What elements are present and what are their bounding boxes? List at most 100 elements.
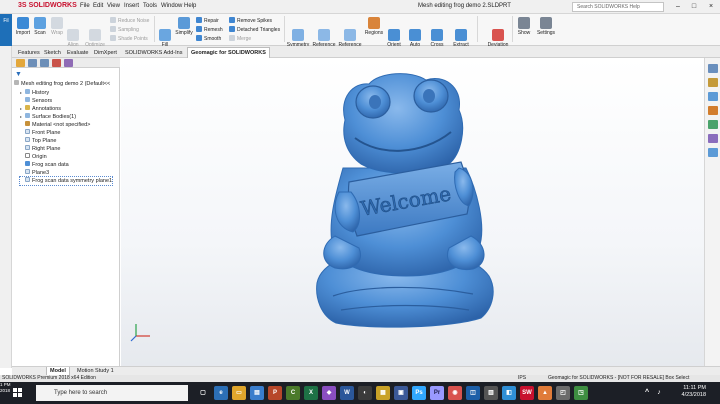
powerpoint-icon[interactable]: P bbox=[268, 386, 282, 400]
graphics-viewport[interactable]: Welcome bbox=[121, 58, 704, 366]
regions-button[interactable]: Regions bbox=[364, 17, 384, 36]
menu-file[interactable]: File bbox=[80, 3, 90, 9]
app-icon[interactable]: ▦ bbox=[376, 386, 390, 400]
resources-icon[interactable] bbox=[708, 78, 718, 87]
solidworks-logo[interactable]: 3S SOLIDWORKS bbox=[18, 2, 77, 9]
maximize-icon[interactable]: □ bbox=[686, 0, 702, 14]
show-button[interactable]: Show bbox=[515, 17, 533, 36]
app-icon[interactable]: ◧ bbox=[502, 386, 516, 400]
app-icon[interactable]: ▥ bbox=[484, 386, 498, 400]
settings-button[interactable]: Settings bbox=[536, 17, 556, 36]
merge-button[interactable]: Merge bbox=[229, 35, 251, 42]
app-icon[interactable]: ◆ bbox=[322, 386, 336, 400]
tree-item-frog-scan-data[interactable]: Frog scan data bbox=[20, 161, 69, 169]
menu-insert[interactable]: Insert bbox=[124, 3, 139, 9]
plane-icon bbox=[25, 169, 30, 174]
menu-view[interactable]: View bbox=[107, 3, 120, 9]
close-icon[interactable]: × bbox=[703, 0, 719, 14]
show-icon bbox=[518, 17, 530, 29]
import-button[interactable]: Import bbox=[14, 17, 32, 36]
tab-dimxpert[interactable]: DimXpert bbox=[90, 47, 121, 58]
tree-item-right-plane[interactable]: Right Plane bbox=[20, 145, 60, 153]
tree-item-origin[interactable]: Origin bbox=[20, 153, 47, 161]
filter-icon[interactable]: ▼ bbox=[15, 71, 22, 78]
tab-solidworks-add-ins[interactable]: SOLIDWORKS Add-Ins bbox=[121, 47, 186, 58]
remesh-button[interactable]: Remesh bbox=[196, 26, 223, 33]
status-units[interactable]: IPS bbox=[518, 375, 526, 382]
home-icon[interactable] bbox=[708, 64, 718, 73]
store-icon[interactable]: ▤ bbox=[250, 386, 264, 400]
file-button[interactable]: Fil bbox=[0, 14, 12, 46]
tree-item-annotations[interactable]: ▸ Annotations bbox=[20, 105, 61, 113]
ribbon-divider bbox=[512, 16, 513, 42]
tree-item-plane3[interactable]: Plane3 bbox=[20, 169, 49, 177]
minimize-icon[interactable]: – bbox=[670, 0, 686, 14]
sensors-icon bbox=[25, 97, 30, 102]
design-library-icon[interactable] bbox=[708, 92, 718, 101]
app-icon[interactable]: ◰ bbox=[556, 386, 570, 400]
view-palette-icon[interactable] bbox=[708, 120, 718, 129]
repair-button[interactable]: Repair bbox=[196, 17, 219, 24]
menu-window[interactable]: Window bbox=[161, 3, 182, 9]
taskbar-search-input[interactable]: Type here to search bbox=[36, 385, 188, 401]
file-explorer-icon[interactable] bbox=[708, 106, 718, 115]
menu-tools[interactable]: Tools bbox=[143, 3, 157, 9]
scan-button[interactable]: Scan bbox=[33, 17, 47, 36]
dimxpert-tab-icon[interactable] bbox=[52, 59, 61, 67]
menu-help[interactable]: Help bbox=[184, 3, 196, 9]
remove-spikes-icon bbox=[229, 17, 235, 23]
tab-evaluate[interactable]: Evaluate bbox=[63, 47, 92, 58]
ribbon-divider bbox=[154, 16, 155, 42]
wrap-button[interactable]: Wrap bbox=[49, 17, 65, 36]
tree-item-history[interactable]: ▸ History bbox=[20, 89, 49, 97]
tree-item-sensors[interactable]: Sensors bbox=[20, 97, 52, 105]
app-icon[interactable]: ▣ bbox=[394, 386, 408, 400]
detached-triangles-icon bbox=[229, 26, 235, 32]
tab-geomagic[interactable]: Geomagic for SOLIDWORKS bbox=[187, 47, 270, 58]
configuration-tab-icon[interactable] bbox=[40, 59, 49, 67]
solidworks-taskbar-icon[interactable]: SW bbox=[520, 386, 534, 400]
help-search-input[interactable]: Search SOLIDWORKS Help bbox=[572, 2, 664, 12]
menu-edit[interactable]: Edit bbox=[93, 3, 103, 9]
tree-item-front-plane[interactable]: Front Plane bbox=[20, 129, 60, 137]
custom-properties-icon[interactable] bbox=[708, 148, 718, 157]
sampling-button[interactable]: Sampling bbox=[110, 26, 139, 33]
photoshop-icon[interactable]: Ps bbox=[412, 386, 426, 400]
remove-spikes-button[interactable]: Remove Spikes bbox=[229, 17, 272, 24]
tree-item-material[interactable]: Material <not specified> bbox=[20, 121, 90, 129]
taskbar-clock[interactable]: 11:11 PM 4/23/2018 bbox=[682, 385, 706, 399]
tree-root[interactable]: Mesh editing frog demo 2 (Default<< bbox=[14, 80, 110, 88]
camtasia-icon[interactable]: C bbox=[286, 386, 300, 400]
display-tab-icon[interactable] bbox=[64, 59, 73, 67]
tree-item-surface-bodies[interactable]: ▸ Surface Bodies(1) bbox=[20, 113, 76, 121]
app-icon[interactable]: ◉ bbox=[448, 386, 462, 400]
clock-date: 4/23/2018 bbox=[681, 392, 706, 398]
reduce-noise-button[interactable]: Reduce Noise bbox=[110, 17, 149, 24]
auto-surface-icon bbox=[409, 29, 421, 41]
property-manager-tab-icon[interactable] bbox=[28, 59, 37, 67]
app-icon[interactable]: ◐ bbox=[358, 386, 372, 400]
tree-item-symmetry-plane[interactable]: Frog scan data symmetry plane1 bbox=[18, 176, 114, 186]
app-icon[interactable]: ▲ bbox=[538, 386, 552, 400]
volume-icon[interactable]: ♪ bbox=[652, 386, 666, 400]
app-icon[interactable]: ◳ bbox=[574, 386, 588, 400]
excel-icon[interactable]: X bbox=[304, 386, 318, 400]
edge-icon[interactable]: e bbox=[214, 386, 228, 400]
premiere-icon[interactable]: Pr bbox=[430, 386, 444, 400]
windows-taskbar: Type here to search ▢ e ▭ ▤ P C X ◆ W ◐ … bbox=[0, 382, 720, 404]
appearances-icon[interactable] bbox=[708, 134, 718, 143]
simplify-button[interactable]: Simplify bbox=[174, 17, 194, 36]
mesh-icon bbox=[25, 161, 30, 166]
app-icon[interactable]: ◫ bbox=[466, 386, 480, 400]
tree-item-top-plane[interactable]: Top Plane bbox=[20, 137, 56, 145]
frog-mesh-model[interactable]: Welcome bbox=[121, 58, 704, 366]
file-explorer-taskbar-icon[interactable]: ▭ bbox=[232, 386, 246, 400]
shade-points-button[interactable]: Shade Points bbox=[110, 35, 148, 42]
smooth-button[interactable]: Smooth bbox=[196, 35, 221, 42]
tab-sketch[interactable]: Sketch bbox=[40, 47, 65, 58]
word-icon[interactable]: W bbox=[340, 386, 354, 400]
left-side-strip bbox=[0, 46, 12, 368]
task-view-icon[interactable]: ▢ bbox=[196, 386, 210, 400]
detached-triangles-button[interactable]: Detached Triangles bbox=[229, 26, 280, 33]
feature-manager-tab-icon[interactable] bbox=[16, 59, 25, 67]
